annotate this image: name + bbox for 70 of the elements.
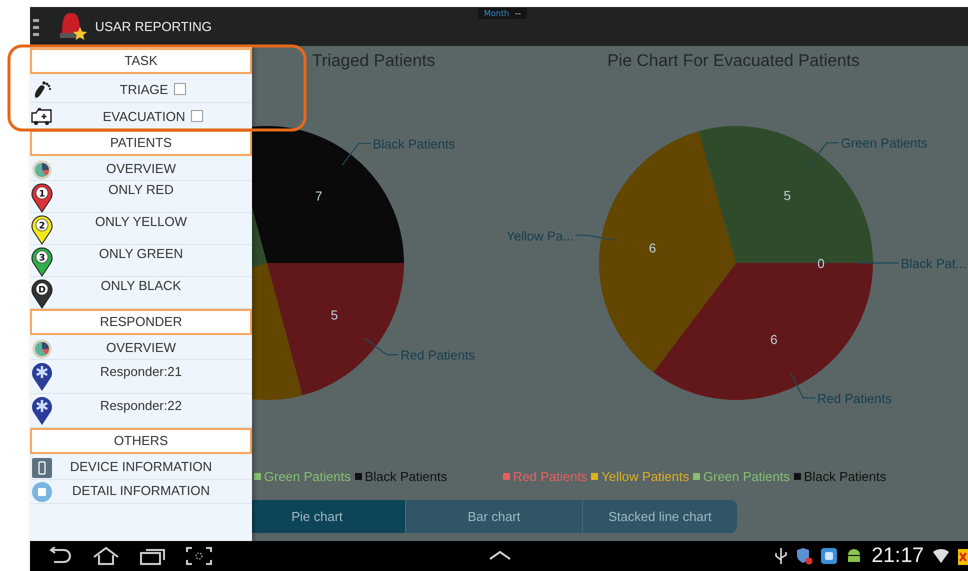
drawer-item[interactable]: DETAIL INFORMATION	[30, 480, 252, 504]
leader-line	[576, 234, 615, 241]
footprint-icon	[32, 80, 52, 100]
period-selector[interactable]: Month --	[478, 8, 527, 19]
legend-label: Black Patients	[804, 468, 886, 484]
home-icon[interactable]	[92, 547, 120, 565]
slice-label: Black Pat...	[900, 256, 966, 271]
slice-value: 5	[784, 188, 791, 204]
drawer-item[interactable]: EVACUATION	[30, 103, 252, 130]
siren-icon	[57, 10, 87, 42]
app-title: USAR REPORTING	[95, 19, 212, 34]
map-pin-icon: 1	[31, 183, 53, 213]
legend-label: Green Patients	[703, 468, 790, 484]
slice-label: Red Patients	[817, 390, 892, 406]
section-header: OTHERS	[30, 428, 252, 454]
section-header: PATIENTS	[30, 130, 252, 156]
usb-icon	[775, 548, 788, 564]
slice-label: Yellow Pa...	[506, 228, 574, 244]
slice-value: 7	[315, 188, 322, 204]
checkbox[interactable]	[191, 110, 204, 122]
pie-chart-icon	[32, 160, 52, 180]
slice-label: Red Patients	[400, 348, 475, 363]
recent-apps-icon[interactable]	[140, 547, 166, 565]
drawer-item[interactable]: OVERVIEW	[30, 337, 252, 360]
drawer-item[interactable]: TRIAGE	[30, 76, 252, 103]
map-pin-icon: 2	[31, 215, 53, 245]
legend-label: Green Patients	[264, 468, 351, 484]
drawer-item[interactable]: 3 ONLY GREEN	[30, 245, 252, 277]
phone-icon	[32, 458, 52, 478]
drawer-item[interactable]: 1 ONLY RED	[30, 181, 252, 213]
slice-label: Green Patients	[840, 136, 928, 151]
shield-icon	[795, 547, 814, 565]
leader-line	[859, 262, 899, 264]
wifi-icon	[932, 548, 950, 564]
pie-chart-icon	[32, 339, 52, 359]
leader-line	[364, 338, 399, 356]
chart-title: Triaged Patients	[312, 50, 436, 70]
legend-label: Yellow Patients	[601, 468, 690, 484]
drawer-item[interactable]: 2 ONLY YELLOW	[30, 213, 252, 245]
battery-icon	[958, 547, 968, 565]
slice-label: Black Patients	[372, 136, 456, 152]
clock-time: 21:17	[871, 544, 924, 568]
legend-label: Red Patients	[513, 468, 588, 484]
medical-pin-icon	[31, 362, 53, 392]
info-icon	[32, 482, 52, 502]
chart-type-tab[interactable]: Stacked line chart	[583, 500, 738, 533]
drawer-item[interactable]: Responder:21	[30, 360, 252, 394]
slice-value: 6	[770, 332, 778, 348]
medical-pin-icon	[31, 396, 53, 426]
leader-line	[810, 142, 839, 165]
map-pin-icon: D	[31, 279, 53, 309]
slice-value: 6	[648, 240, 656, 256]
ambulance-icon	[31, 108, 53, 126]
section-header: RESPONDER	[30, 309, 252, 335]
drawer-item[interactable]: DEVICE INFORMATION	[30, 456, 252, 480]
leader-line	[790, 373, 816, 398]
checkbox[interactable]	[174, 83, 186, 95]
drawer-item[interactable]: OVERVIEW	[30, 158, 252, 181]
menu-icon[interactable]	[33, 18, 39, 36]
screenshot-icon[interactable]	[186, 547, 212, 565]
slice-value: 0	[817, 256, 825, 271]
section-header: TASK	[30, 48, 252, 74]
slice-value: 5	[330, 308, 338, 323]
app-icon	[821, 548, 838, 564]
chart-title: Pie Chart For Evacuated Patients	[607, 50, 860, 70]
caret-up-icon[interactable]	[489, 550, 511, 560]
leader-line	[342, 142, 371, 166]
legend-label: Black Patients	[364, 468, 448, 484]
map-pin-icon: 3	[31, 247, 53, 277]
chart-type-tab[interactable]: Bar chart	[406, 500, 583, 533]
